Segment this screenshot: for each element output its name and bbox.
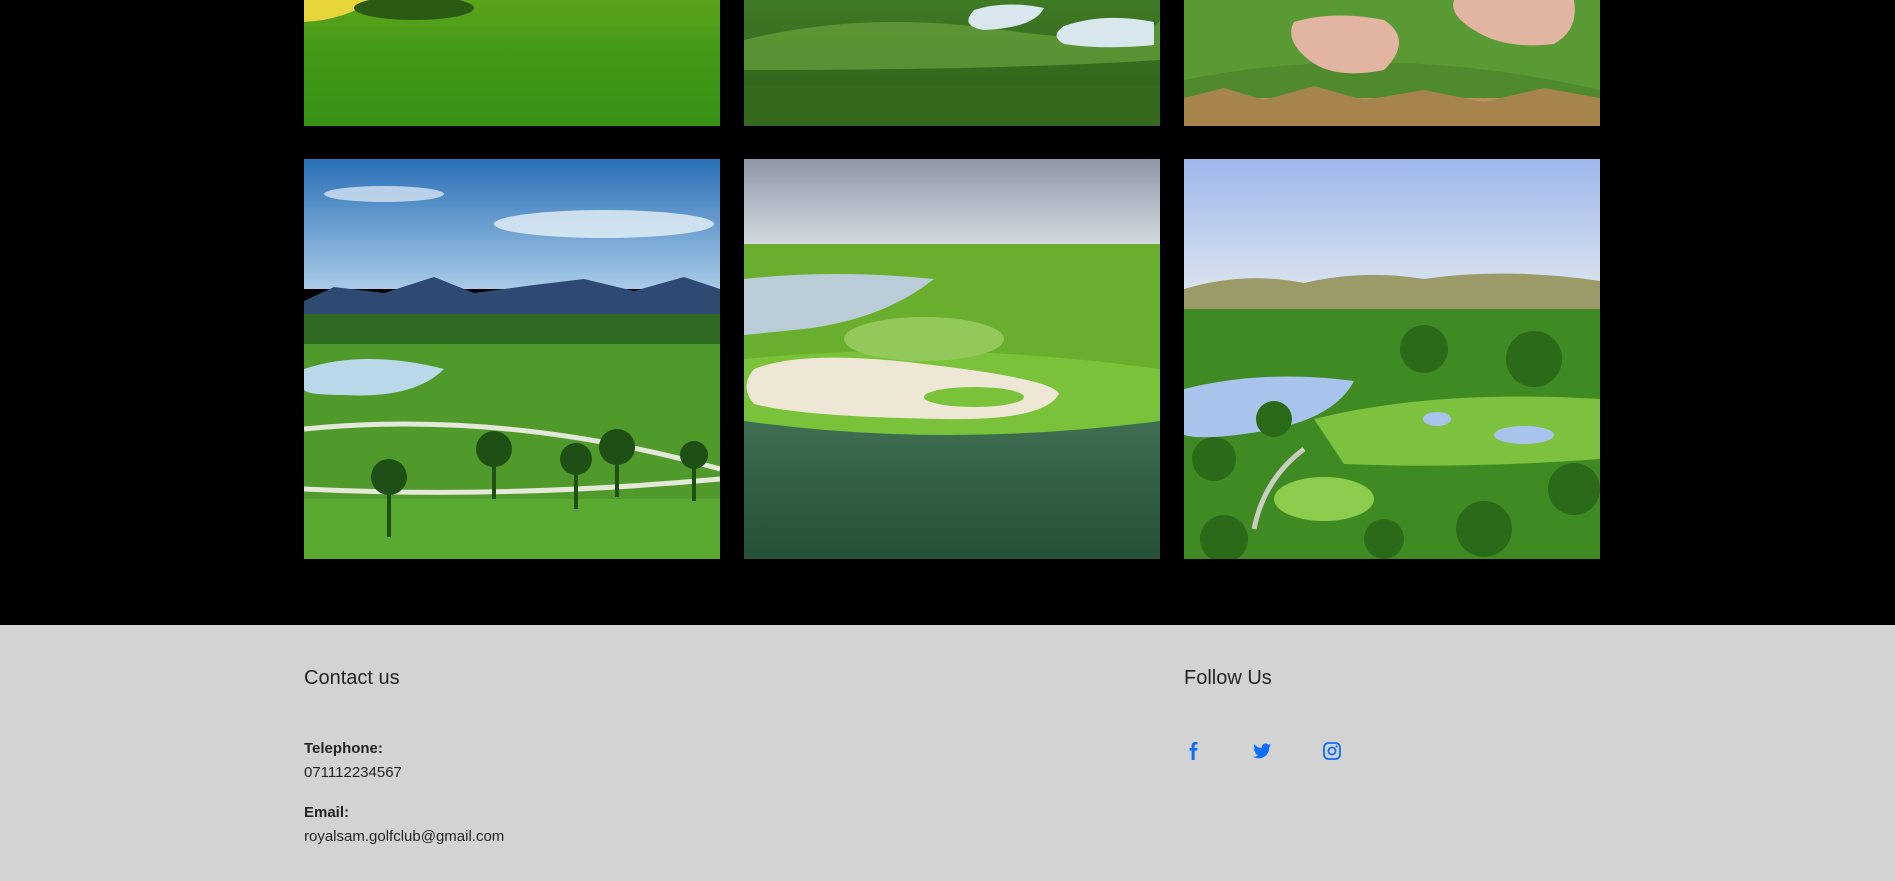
photo-pink-bunkers-image — [1184, 0, 1600, 126]
gallery-photo-palm-course[interactable] — [304, 159, 720, 559]
telephone-label: Telephone: — [304, 740, 383, 757]
facebook-link[interactable] — [1184, 741, 1204, 763]
gallery-photo-lake-green[interactable] — [744, 159, 1160, 559]
email-label: Email: — [304, 804, 350, 821]
follow-heading: Follow Us — [1184, 667, 1272, 689]
email-value: royalsam.golfclub@gmail.com — [304, 828, 505, 845]
photo-bunkers-rolling-image — [744, 0, 1160, 126]
photo-palm-course-image — [304, 159, 720, 559]
gallery-photo-fairway-close[interactable] — [304, 0, 720, 126]
photo-gallery — [0, 0, 1895, 625]
contact-heading: Contact us — [304, 667, 400, 689]
twitter-link[interactable] — [1252, 741, 1272, 763]
twitter-icon — [1253, 743, 1271, 759]
instagram-link[interactable] — [1322, 741, 1342, 763]
facebook-icon — [1189, 742, 1198, 760]
photo-fairway-close-image — [304, 0, 720, 126]
gallery-photo-bunkers-rolling[interactable] — [744, 0, 1160, 126]
instagram-icon — [1323, 742, 1341, 760]
gallery-photo-hills-forest[interactable] — [1184, 159, 1600, 559]
social-links — [1184, 741, 1342, 763]
telephone-value: 071112234567 — [304, 764, 402, 781]
photo-hills-forest-image — [1184, 159, 1600, 559]
site-footer: Contact us Telephone: 071112234567 Email… — [0, 625, 1895, 881]
gallery-photo-pink-bunkers[interactable] — [1184, 0, 1600, 126]
photo-lake-green-image — [744, 159, 1160, 559]
